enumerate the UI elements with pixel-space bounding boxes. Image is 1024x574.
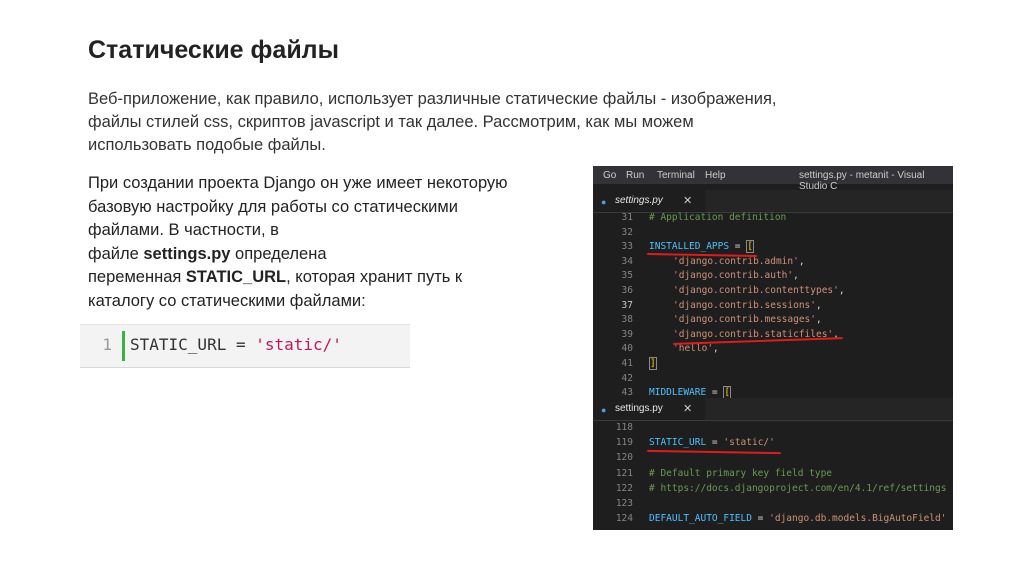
slide-title: Статические файлы (88, 36, 339, 64)
line-number: 41 (621, 358, 633, 369)
code-line: ] (649, 357, 657, 370)
line-number: 118 (615, 422, 633, 433)
code-line: 'django.contrib.auth', (673, 270, 799, 282)
code-line: MIDDLEWARE = [ (649, 386, 732, 400)
code-line: 'hello', (673, 343, 719, 355)
close-icon[interactable]: ✕ (683, 402, 692, 415)
snippet-code: STATIC_URL = 'static/' (130, 335, 342, 354)
line-number: 32 (621, 226, 633, 238)
python-file-icon: ● (601, 405, 607, 415)
line-number: 33 (621, 241, 633, 253)
settings-file-name: settings.py (143, 244, 231, 263)
line-number: 123 (615, 498, 633, 509)
code-line: # Default primary key field type (649, 467, 833, 479)
line-number: 36 (621, 285, 633, 296)
menu-run[interactable]: Run (626, 170, 644, 181)
line-number: 121 (615, 467, 633, 479)
code-line: 'django.contrib.messages', (673, 314, 822, 326)
tab-bar-top: ● settings.py ✕ (593, 190, 953, 212)
body-line: базовую настройку для работы со статичес… (88, 197, 458, 216)
line-number: 40 (621, 343, 633, 355)
python-file-icon: ● (601, 197, 607, 207)
code-line: DEFAULT_AUTO_FIELD = 'django.db.models.B… (649, 513, 947, 525)
tab-settings-bottom[interactable]: ● settings.py ✕ (593, 398, 705, 420)
code-line: 'django.contrib.contenttypes', (673, 285, 845, 296)
menu-go[interactable]: Go (603, 170, 616, 181)
red-underline (646, 449, 782, 455)
body-paragraph: При создании проекта Django он уже имеет… (88, 172, 588, 313)
code-line: # Application definition (649, 212, 787, 223)
vscode-screenshot: Go Run Terminal Help settings.py - metan… (593, 166, 953, 530)
intro-line: Веб-приложение, как правило, использует … (88, 90, 777, 108)
text: , которая хранит путь к (286, 268, 463, 286)
line-number: 119 (615, 437, 633, 449)
code-string: 'static/' (255, 335, 342, 354)
line-number: 120 (615, 452, 633, 464)
text: определена (230, 244, 327, 263)
body-line: файле settings.py определена (88, 243, 588, 267)
tab-label: settings.py (615, 195, 663, 206)
text: переменная (88, 268, 186, 286)
code-text: STATIC_URL = (130, 335, 256, 354)
code-snippet: 1 STATIC_URL = 'static/' (80, 324, 410, 368)
text: файле (88, 244, 144, 263)
tab-label: settings.py (615, 403, 663, 414)
body-line: каталогу со статическими файлами: (88, 291, 366, 310)
line-number: 39 (621, 328, 633, 340)
code-line: 'django.contrib.admin', (673, 255, 805, 267)
snippet-line-number: 1 (102, 335, 112, 354)
divider (593, 420, 953, 421)
static-url-name: STATIC_URL (185, 268, 287, 286)
code-line: INSTALLED_APPS = [ (649, 240, 754, 254)
body-line: файлами. В частности, в (88, 221, 279, 239)
tab-bar-bottom: ● settings.py ✕ (593, 398, 953, 420)
line-number: 122 (615, 482, 633, 494)
code-line: STATIC_URL = 'static/' (649, 437, 775, 449)
code-line: # https://docs.djangoproject.com/en/4.1/… (649, 482, 947, 494)
intro-line: использовать подобые файлы. (88, 136, 326, 154)
window-title: settings.py - metanit - Visual Studio C (799, 170, 925, 192)
close-icon[interactable]: ✕ (683, 194, 692, 207)
vscode-menubar: Go Run Terminal Help settings.py - metan… (593, 166, 953, 192)
line-number: 43 (621, 387, 633, 399)
line-number: 34 (621, 255, 633, 267)
line-number: 124 (615, 513, 633, 525)
line-number: 42 (621, 372, 633, 384)
intro-paragraph: Веб-приложение, как правило, использует … (88, 88, 908, 157)
code-line: 'django.contrib.sessions', (673, 299, 822, 311)
line-number: 35 (621, 270, 633, 282)
body-line: переменная STATIC_URL, которая хранит пу… (88, 266, 588, 290)
body-line: При создании проекта Django он уже имеет… (88, 174, 508, 192)
snippet-accent-bar (122, 331, 125, 361)
line-number: 38 (621, 314, 633, 326)
line-number: 31 (621, 212, 633, 223)
intro-line: файлы стилей css, скриптов javascript и … (88, 113, 694, 131)
menu-terminal[interactable]: Terminal (657, 170, 695, 181)
tab-settings-top[interactable]: ● settings.py ✕ (593, 190, 705, 212)
line-number: 37 (621, 299, 633, 311)
menu-help[interactable]: Help (705, 170, 726, 181)
